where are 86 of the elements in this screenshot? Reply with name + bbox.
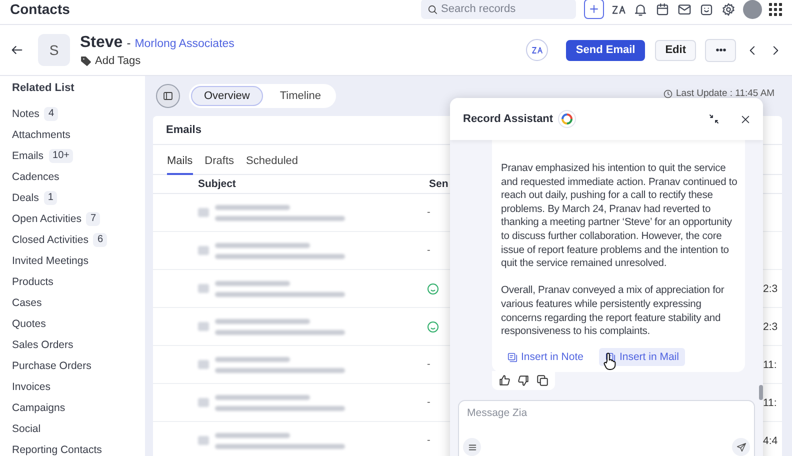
page-title: Contacts	[10, 0, 70, 19]
send-icon	[736, 442, 746, 452]
sidebar-item[interactable]: Cadences	[12, 170, 60, 184]
contact-name: Steve	[80, 34, 123, 52]
name-separator: -	[126, 36, 131, 50]
table-cell: -	[427, 397, 430, 408]
search-icon	[427, 4, 438, 14]
sidebar-item[interactable]: Closed Activities	[12, 232, 88, 246]
edit-button[interactable]: Edit	[655, 40, 696, 60]
message-field[interactable]: Message Zia	[458, 400, 755, 456]
thumbs-up-icon[interactable]	[498, 374, 511, 388]
sidebar-item[interactable]: Social	[12, 422, 41, 436]
insert-icon	[605, 352, 616, 363]
sidebar-item[interactable]: Emails	[12, 148, 44, 162]
zia-logo-icon	[558, 110, 576, 128]
sidebar-item[interactable]: Deals	[12, 190, 39, 204]
table-cell: -	[427, 207, 430, 218]
hand-cursor-icon	[603, 352, 617, 370]
sidebar-toggle-icon	[162, 90, 174, 102]
email-tab[interactable]: Scheduled	[246, 154, 298, 175]
sidebar-item[interactable]: Campaigns	[12, 400, 66, 414]
insert-button[interactable]: Insert in Note	[501, 348, 590, 366]
zia-button[interactable]	[526, 39, 548, 61]
sidebar-item[interactable]: Notes	[12, 106, 40, 120]
copy-icon[interactable]	[536, 374, 549, 388]
sidebar-item[interactable]: Cases	[12, 296, 42, 310]
email-tab[interactable]: Mails	[167, 154, 193, 175]
column-header: Sen	[429, 178, 448, 190]
company-link[interactable]: Morlong Associates	[134, 38, 234, 50]
plus-icon	[588, 3, 600, 15]
mail-icon[interactable]	[677, 2, 692, 16]
last-update-text: Last Update : 11:45 AM	[676, 88, 775, 99]
sidebar-item[interactable]: Attachments	[12, 128, 70, 142]
more-button[interactable]	[705, 38, 736, 62]
table-cell: 2:3	[763, 282, 778, 294]
table-cell: -	[427, 359, 430, 370]
table-cell: 11:	[763, 358, 777, 370]
clock-icon	[663, 88, 673, 98]
scrollbar-thumb[interactable]	[759, 385, 763, 400]
collapse-icon[interactable]	[708, 113, 720, 125]
close-icon[interactable]	[740, 114, 751, 124]
card-title: Emails	[166, 124, 202, 136]
send-email-button[interactable]: Send Email	[566, 40, 646, 60]
view-tab[interactable]: Timeline	[266, 86, 334, 106]
contact-avatar: S	[38, 34, 70, 66]
column-header: Subject	[198, 178, 237, 190]
table-cell: 4:4	[763, 434, 778, 446]
sidebar-item[interactable]: Sales Orders	[12, 338, 74, 352]
avatar[interactable]	[743, 0, 762, 18]
gear-icon[interactable]	[721, 2, 736, 16]
sidebar-item[interactable]: Open Activities	[12, 212, 82, 226]
insert-icon	[507, 352, 518, 363]
count-badge: 4	[44, 106, 58, 120]
table-cell: 2:3	[763, 320, 778, 332]
table-cell: -	[427, 435, 430, 446]
view-tab[interactable]: Overview	[191, 86, 263, 106]
calendar-icon[interactable]	[655, 2, 670, 16]
panel-title: Record Assistant	[463, 113, 554, 125]
email-tab[interactable]: Drafts	[204, 154, 234, 175]
app-grid-icon[interactable]	[769, 2, 782, 16]
sidebar-title: Related List	[12, 82, 76, 96]
bell-icon[interactable]	[633, 2, 648, 16]
count-badge: 10+	[48, 148, 74, 162]
sidebar-item[interactable]: Purchase Orders	[12, 358, 92, 372]
smiley-box-icon[interactable]	[699, 2, 714, 16]
add-tags-link[interactable]: Add Tags	[95, 54, 141, 66]
back-arrow-icon[interactable]	[10, 43, 24, 57]
insert-button[interactable]: Insert in Mail	[599, 348, 685, 366]
count-badge: 6	[93, 232, 108, 246]
message-paragraph: Overall, Pranav conveyed a mix of appreciation for various features while persistently expressing concerns regarding the report feature stability and responsiveness to his complaints.	[501, 284, 726, 339]
message-paragraph: Pranav emphasized his intention to quit the service and requested immediate action. Pranav continued to reach out daily, pushing for a call to rectify these problems. By March 24, Pranav had reverted to thanking a meeting partner ‘Steve’ for an opportunity to discuss further collaboration. However, the core issue of report feature problems and the intention to quit the service remained unresolved.	[501, 162, 738, 271]
count-badge: 1	[44, 190, 58, 204]
table-cell: -	[427, 245, 430, 256]
sidebar-item[interactable]: Invited Meetings	[12, 254, 88, 268]
zia-icon	[530, 44, 543, 56]
sidebar-item[interactable]: Reporting Contacts	[12, 442, 102, 456]
add-button[interactable]	[584, 0, 604, 19]
panel-toggle-button[interactable]	[156, 84, 180, 108]
table-cell: 11:	[763, 396, 777, 408]
count-badge: 7	[86, 212, 100, 226]
search-field[interactable]: Search records	[421, 0, 576, 19]
sidebar-item[interactable]: Quotes	[12, 316, 46, 330]
tag-icon	[80, 54, 92, 66]
sidebar-item[interactable]: Products	[12, 274, 54, 288]
thumbs-down-icon[interactable]	[517, 374, 530, 388]
sidebar-item[interactable]: Invoices	[12, 380, 51, 394]
